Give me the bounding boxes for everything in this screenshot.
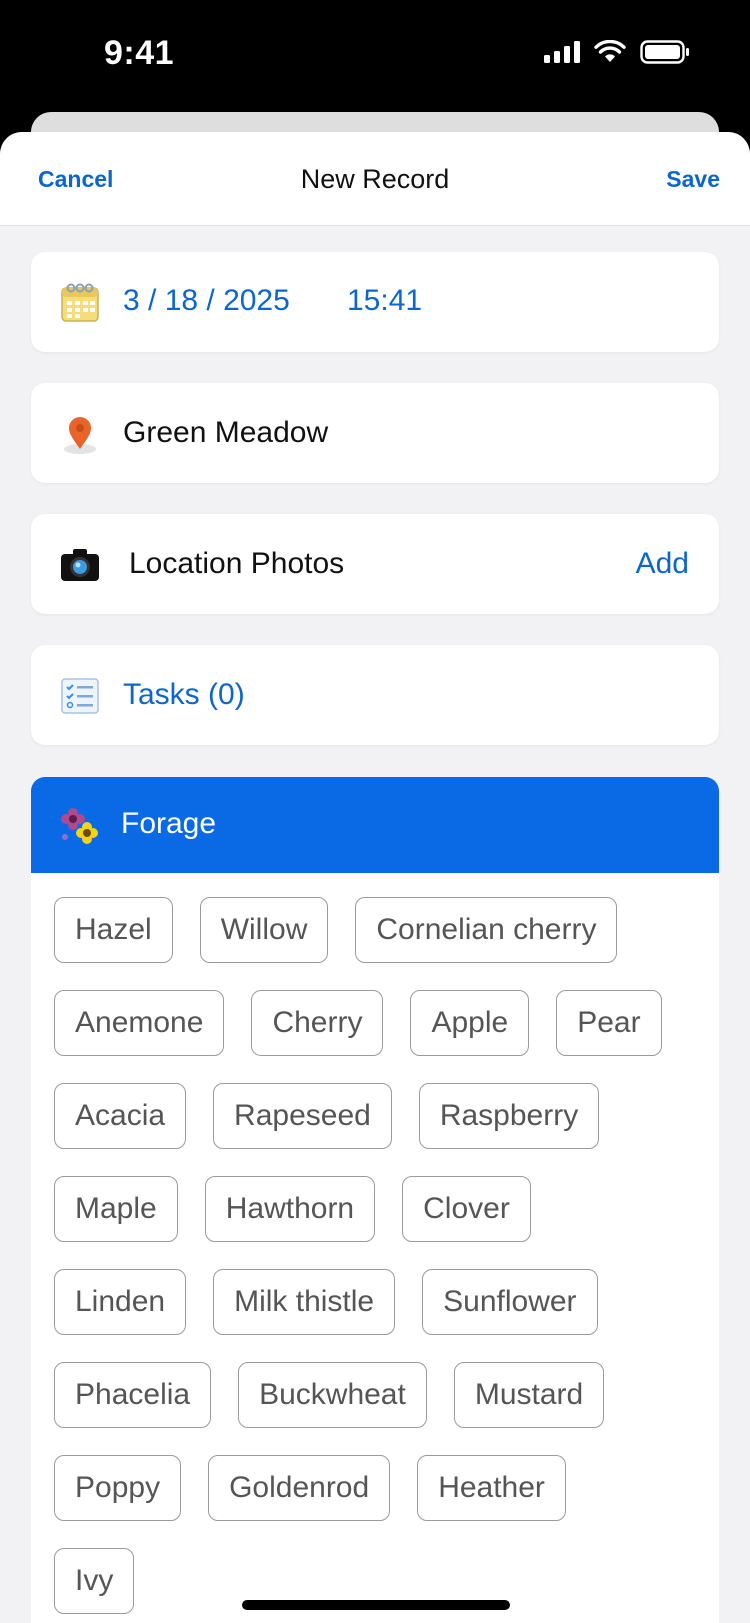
- checklist-icon: [61, 678, 99, 714]
- forage-section: Forage Hazel Willow Cornelian cherry Anemon…: [31, 777, 719, 1623]
- tasks-card[interactable]: Tasks (0): [31, 645, 719, 745]
- cellular-signal-icon: [544, 41, 580, 63]
- status-time: 9:41: [104, 34, 175, 72]
- chip-row: Linden Milk thistle Sunflower: [54, 1269, 719, 1335]
- navigation-bar: Cancel New Record Save: [0, 132, 750, 226]
- tasks-label[interactable]: Tasks (0): [123, 678, 245, 712]
- location-card[interactable]: Green Meadow: [31, 383, 719, 483]
- forage-chip[interactable]: Sunflower: [422, 1269, 598, 1335]
- home-indicator: [242, 1600, 510, 1610]
- chip-row: Poppy Goldenrod Heather: [54, 1455, 719, 1521]
- forage-chip[interactable]: Mustard: [453, 1362, 605, 1428]
- forage-chip[interactable]: Milk thistle: [213, 1269, 396, 1335]
- forage-chip[interactable]: Linden: [54, 1269, 187, 1335]
- forage-chip[interactable]: Cherry: [251, 990, 384, 1056]
- map-pin-icon: [64, 417, 96, 454]
- location-photos-label: Location Photos: [129, 547, 345, 580]
- camera-icon: [61, 549, 99, 581]
- new-record-sheet: Cancel New Record Save 3 / 18 / 2025 15:…: [0, 132, 750, 1623]
- forage-chip[interactable]: Buckwheat: [238, 1362, 427, 1428]
- battery-icon: [640, 40, 689, 64]
- status-bar: 9:41: [0, 0, 750, 112]
- forage-chip[interactable]: Anemone: [54, 990, 225, 1056]
- add-photo-button[interactable]: Add: [636, 547, 689, 581]
- save-button[interactable]: Save: [666, 166, 720, 193]
- chip-row: Phacelia Buckwheat Mustard: [54, 1362, 719, 1428]
- forage-chip[interactable]: Rapeseed: [213, 1083, 392, 1149]
- forage-chip[interactable]: Raspberry: [418, 1083, 600, 1149]
- status-icons: [544, 40, 690, 64]
- forage-chip[interactable]: Hazel: [54, 897, 173, 963]
- forage-title: Forage: [121, 807, 217, 840]
- forage-chip[interactable]: Maple: [54, 1176, 178, 1242]
- date-value[interactable]: 3 / 18 / 2025: [123, 284, 290, 318]
- wifi-icon: [594, 40, 626, 62]
- forage-chip[interactable]: Heather: [417, 1455, 566, 1521]
- forage-chip[interactable]: Clover: [402, 1176, 531, 1242]
- forage-chip[interactable]: Hawthorn: [204, 1176, 376, 1242]
- location-name: Green Meadow: [123, 416, 329, 449]
- forage-chip[interactable]: Poppy: [54, 1455, 182, 1521]
- location-photos-card: Location Photos Add: [31, 514, 719, 614]
- forage-chip[interactable]: Willow: [199, 897, 329, 963]
- chip-row: Hazel Willow Cornelian cherry: [54, 897, 719, 963]
- page-title: New Record: [300, 164, 450, 194]
- chip-row: Acacia Rapeseed Raspberry: [54, 1083, 719, 1149]
- date-time-card[interactable]: 3 / 18 / 2025 15:41: [31, 252, 719, 352]
- flowers-icon: [61, 808, 98, 844]
- forage-chip[interactable]: Cornelian cherry: [355, 897, 618, 963]
- forage-chip[interactable]: Acacia: [54, 1083, 187, 1149]
- forage-chip[interactable]: Goldenrod: [208, 1455, 391, 1521]
- forage-header: Forage: [31, 777, 719, 873]
- time-value[interactable]: 15:41: [347, 284, 422, 318]
- forage-chip[interactable]: Pear: [556, 990, 662, 1056]
- forage-chip[interactable]: Ivy: [54, 1548, 135, 1614]
- forage-chip[interactable]: Apple: [410, 990, 530, 1056]
- forage-chip-list: Hazel Willow Cornelian cherry Anemone Cherry…: [31, 873, 719, 1614]
- chip-row: Anemone Cherry Apple Pear: [54, 990, 719, 1056]
- forage-chip[interactable]: Phacelia: [54, 1362, 212, 1428]
- chip-row: Maple Hawthorn Clover: [54, 1176, 719, 1242]
- calendar-icon: [61, 283, 99, 322]
